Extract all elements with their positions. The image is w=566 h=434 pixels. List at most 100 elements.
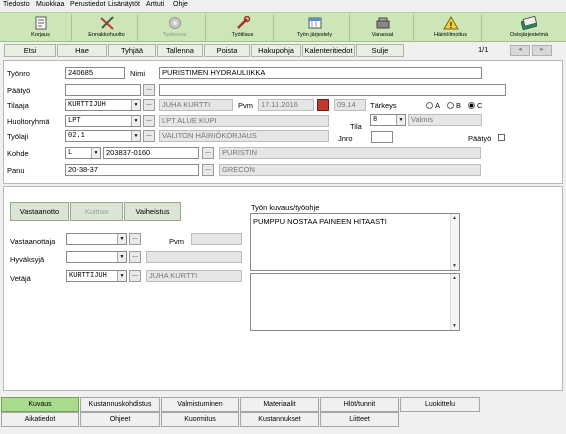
priority-c-radio[interactable]: C — [468, 101, 482, 110]
tyolaji-browse-button[interactable]: ... — [143, 130, 155, 142]
hae-button[interactable]: Hae — [57, 44, 107, 57]
menu-perustiedot[interactable]: Perustiedot — [70, 1, 105, 8]
menu-ohje[interactable]: Ohje — [173, 1, 188, 8]
tab-kuvaus[interactable]: Kuvaus — [1, 397, 79, 412]
scroll-down-icon[interactable]: ▼ — [452, 263, 457, 269]
kohde-browse-button[interactable]: ... — [202, 147, 214, 159]
vastaanotto-pvm-field[interactable] — [191, 233, 242, 245]
toolbar-ostojarjestelma-button[interactable]: Ostojärjestelmä — [496, 14, 562, 42]
tallenna-button[interactable]: Tallenna — [157, 44, 203, 57]
tab-valmistuminen[interactable]: Valmistuminen — [161, 397, 239, 412]
tab-hlot-tunnit[interactable]: Hlöt/tunnit — [320, 397, 399, 412]
nimi-field[interactable]: PURISTIMEN HYDRAULIIKKA — [159, 67, 482, 79]
toolbar-korjaus-button[interactable]: Korjaus — [10, 14, 72, 42]
notes-textarea[interactable]: ▲ ▼ — [250, 273, 460, 331]
menu-arttuti[interactable]: Arttuti — [146, 1, 164, 8]
next-record-button[interactable]: ► — [532, 45, 552, 56]
tyonro-label: Työnro — [7, 69, 30, 78]
hyvaksyja-browse-button[interactable]: ... — [129, 251, 141, 263]
poista-button[interactable]: Poista — [204, 44, 250, 57]
vetaja-dropdown[interactable]: KURTTIJUH ▼ — [66, 270, 127, 282]
vastaanotto-button[interactable]: Vastaanotto — [10, 202, 69, 221]
tyolaji-label: Työlaji — [7, 132, 29, 141]
kohde-field[interactable]: 203837-0160 — [103, 147, 199, 159]
work-order-header-panel: Työnro 240685 Nimi PURISTIMEN HYDRAULIIK… — [3, 60, 563, 184]
tab-liitteet[interactable]: Liitteet — [320, 412, 399, 427]
menu-muokkaa[interactable]: Muokkaa — [36, 1, 64, 8]
panu-name-field: GRECON — [219, 164, 481, 176]
tyolaji-dropdown[interactable]: 02.1 ▼ — [65, 130, 141, 142]
tila-value: 8 — [373, 116, 378, 124]
tila-label: Tila — [350, 122, 362, 131]
tilaaja-browse-button[interactable]: ... — [143, 99, 155, 111]
toolbar-tyotilaus-button[interactable]: Työtilaus — [212, 14, 274, 42]
menu-tiedosto[interactable]: Tiedosto — [3, 1, 30, 8]
priority-b-radio[interactable]: B — [447, 101, 461, 110]
tab-ohjeet[interactable]: Ohjeet — [80, 412, 160, 427]
kalenteritiedot-button[interactable]: Kalenteritiedot — [302, 44, 355, 57]
toolbar-ennakkohuolto-button[interactable]: Ennakkohuolto — [76, 14, 138, 42]
pvm-label: Pvm — [238, 101, 253, 110]
radio-icon — [426, 102, 433, 109]
chevron-down-icon: ▼ — [131, 116, 140, 126]
huoltoryhma-dropdown[interactable]: LPT ▼ — [65, 115, 141, 127]
nimi-label: Nimi — [130, 69, 145, 78]
vastaanotto-pvm-label: Pvm — [169, 237, 184, 246]
tab-luokittelu[interactable]: Luokittelu — [400, 397, 480, 412]
jnro-field[interactable] — [371, 131, 393, 143]
tilaaja-dropdown[interactable]: KURTTIJUH ▼ — [65, 99, 141, 111]
toolbar-varaosat-button[interactable]: Varaosat — [352, 14, 414, 42]
tilaaja-value: KURTTIJUH — [68, 101, 106, 109]
scroll-down-icon[interactable]: ▼ — [452, 323, 457, 329]
purchase-icon — [521, 16, 537, 30]
notes-scrollbar[interactable]: ▲ ▼ — [450, 274, 459, 330]
kohde-name-field: PURISTIN — [219, 147, 481, 159]
paatyo-checkbox[interactable] — [498, 134, 505, 141]
scroll-up-icon[interactable]: ▲ — [452, 275, 457, 281]
prev-record-button[interactable]: ◄ — [510, 45, 530, 56]
panu-field[interactable]: 20-38-37 — [65, 164, 199, 176]
vastaanottaja-dropdown[interactable]: ▼ — [66, 233, 127, 245]
huoltoryhma-browse-button[interactable]: ... — [143, 115, 155, 127]
tilaaja-label: Tilaaja — [7, 101, 29, 110]
description-scrollbar[interactable]: ▲ ▼ — [450, 214, 459, 270]
priority-a-radio[interactable]: A — [426, 101, 440, 110]
toolbar-tyobonus-button[interactable]: Tyobonus — [144, 14, 206, 42]
vaiheistus-button[interactable]: Vaiheistus — [124, 202, 181, 221]
kuittaus-button[interactable]: Kuittaa — [70, 202, 123, 221]
tyhjaa-button[interactable]: Tyhjää — [108, 44, 156, 57]
schedule-icon — [308, 17, 321, 29]
tyolaji-name-field: VALITON HÄIRIÖKORJAUS — [159, 130, 329, 142]
calendar-icon[interactable] — [317, 99, 329, 111]
toolbar-hairioilmoitus-button[interactable]: ! Häiriöilmoitus — [420, 14, 482, 42]
tila-dropdown[interactable]: 8 ▼ — [370, 114, 406, 126]
parts-icon — [376, 17, 389, 29]
tyonro-field[interactable]: 240685 — [65, 67, 125, 79]
hakupohja-button[interactable]: Hakupohja — [251, 44, 301, 57]
pvm-field[interactable]: 17.11.2016 — [258, 99, 314, 111]
tab-kustannukset[interactable]: Kustannukset — [240, 412, 319, 427]
paatyo-description-field[interactable] — [159, 84, 506, 96]
paatyo-field[interactable] — [65, 84, 141, 96]
menu-lisanaytot[interactable]: Lisänäytöt — [108, 1, 140, 8]
time-field[interactable]: 09.14 — [334, 99, 366, 111]
sulje-button[interactable]: Sulje — [356, 44, 404, 57]
panu-browse-button[interactable]: ... — [202, 164, 214, 176]
toolbar-tyon-jarjestely-button[interactable]: Työn järjestely — [280, 14, 350, 42]
description-textarea[interactable]: PUMPPU NOSTAA PAINEEN HITAASTI ▲ ▼ — [250, 213, 460, 271]
tab-kustannuskohdistus[interactable]: Kustannuskohdistus — [80, 397, 160, 412]
vastaanottaja-browse-button[interactable]: ... — [129, 233, 141, 245]
scroll-up-icon[interactable]: ▲ — [452, 215, 457, 221]
menu-bar: Tiedosto Muokkaa Perustiedot Lisänäytöt … — [0, 0, 566, 12]
tab-materiaalit[interactable]: Materiaalit — [240, 397, 319, 412]
etsi-button[interactable]: Etsi — [4, 44, 56, 57]
kohde-type-dropdown[interactable]: L ▼ — [65, 147, 101, 159]
hyvaksyja-dropdown[interactable]: ▼ — [66, 251, 127, 263]
toolbar-label: Ennakkohuolto — [88, 32, 125, 38]
tab-aikatiedot[interactable]: Aikatiedot — [1, 412, 79, 427]
paatyo-browse-button[interactable]: ... — [143, 84, 155, 96]
vetaja-browse-button[interactable]: ... — [129, 270, 141, 282]
tilaaja-name-field: JUHA KURTTI — [159, 99, 233, 111]
tab-kuormitus[interactable]: Kuormitus — [161, 412, 239, 427]
toolbar-label: Häiriöilmoitus — [433, 32, 467, 38]
